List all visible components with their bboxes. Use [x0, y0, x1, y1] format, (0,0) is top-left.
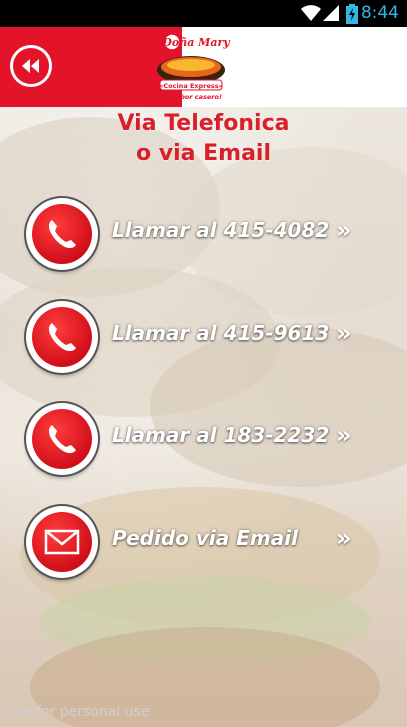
call-label: Llamar al 415-4082 [112, 218, 330, 242]
email-button-circle [26, 506, 98, 578]
chevron-right-icon: » [336, 524, 352, 552]
clock: 8:44 [360, 3, 399, 23]
page-title: Via Telefonica [117, 111, 290, 136]
email-label: Pedido via Email [112, 526, 298, 550]
logo-tagline: ¡El sabor casero! [160, 93, 222, 101]
chevron-right-icon: » [336, 421, 352, 449]
phone-button-circle [26, 301, 98, 373]
phone-button-circle [26, 198, 98, 270]
battery-charging-icon [346, 4, 358, 24]
call-button-2[interactable]: Llamar al 415-9613 » [24, 297, 364, 373]
wifi-icon [301, 5, 321, 21]
logo-subtitle: «Cocina Express» [159, 82, 223, 90]
dona-mary-logo: Doña Mary «Cocina Express» ¡El sabor cas… [157, 33, 231, 101]
phone-icon [48, 425, 76, 454]
call-button-1[interactable]: Llamar al 415-4082 » [24, 194, 364, 270]
email-order-button[interactable]: Pedido via Email » [24, 502, 364, 578]
status-bar: 8:44 [0, 0, 407, 27]
call-label: Llamar al 415-9613 [112, 321, 330, 345]
phone-button-circle [26, 403, 98, 475]
envelope-icon [44, 529, 80, 555]
phone-icon [48, 220, 76, 249]
call-button-3[interactable]: Llamar al 183-2232 » [24, 399, 364, 475]
call-label: Llamar al 183-2232 [112, 423, 330, 447]
logo-text: Doña Mary [161, 36, 231, 49]
chevron-right-icon: » [336, 216, 352, 244]
watermark: free for personal use [4, 704, 150, 720]
page-subtitle: o via Email [135, 141, 272, 166]
back-button[interactable] [10, 45, 52, 87]
chevron-right-icon: » [336, 319, 352, 347]
phone-icon [48, 323, 76, 352]
signal-icon [323, 5, 339, 21]
rewind-icon [22, 59, 39, 73]
